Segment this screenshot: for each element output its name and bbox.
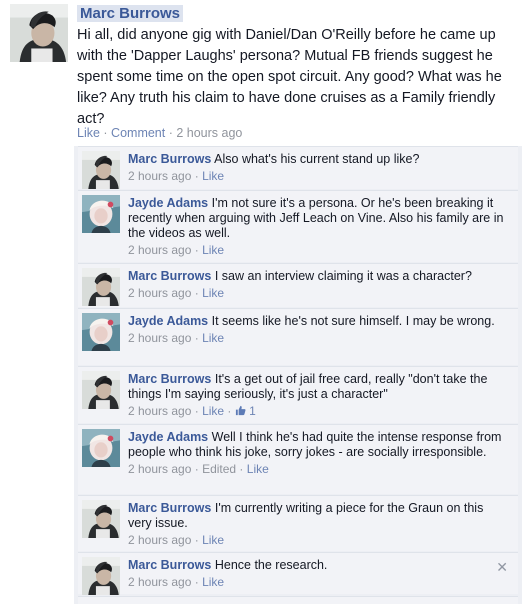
post-comment-link[interactable]: Comment bbox=[111, 126, 165, 140]
commenter-name[interactable]: Marc Burrows bbox=[128, 372, 211, 386]
separator: · bbox=[99, 126, 112, 140]
comment-like-link[interactable]: Like bbox=[202, 404, 224, 418]
commenter-avatar[interactable] bbox=[82, 313, 120, 351]
comment-like-link[interactable]: Like bbox=[202, 331, 224, 345]
comment-2: Jayde Adams I'm not sure it's a persona.… bbox=[78, 190, 518, 262]
comment-like-link[interactable]: Like bbox=[202, 243, 224, 257]
separator: · bbox=[191, 286, 203, 300]
comment-text: It seems like he's not sure himself. I m… bbox=[211, 314, 495, 328]
commenter-avatar[interactable] bbox=[82, 500, 120, 538]
comment-8: Marc Burrows Hence the research. 2 hours… bbox=[78, 552, 518, 594]
comment-timestamp: 2 hours ago bbox=[128, 533, 192, 547]
comment-like-link[interactable]: Like bbox=[247, 462, 269, 476]
comment-6: Jayde Adams Well I think he's had quite … bbox=[78, 424, 518, 494]
commenter-name[interactable]: Marc Burrows bbox=[128, 558, 211, 572]
post-like-link[interactable]: Like bbox=[77, 126, 100, 140]
commenter-avatar[interactable] bbox=[82, 429, 120, 467]
comment-timestamp: 2 hours ago bbox=[128, 331, 192, 345]
comment-like-count[interactable]: 1 bbox=[249, 404, 256, 418]
comment-timestamp: 2 hours ago bbox=[128, 462, 192, 476]
comment-7: Marc Burrows I'm currently writing a pie… bbox=[78, 495, 518, 551]
commenter-avatar[interactable] bbox=[82, 268, 120, 306]
comment-text: I saw an interview claiming it was a cha… bbox=[214, 269, 472, 283]
commenter-avatar[interactable] bbox=[82, 195, 120, 233]
comment-like-link[interactable]: Like bbox=[202, 575, 224, 589]
separator: · bbox=[236, 462, 247, 476]
comment-4: Jayde Adams It seems like he's not sure … bbox=[78, 308, 518, 365]
commenter-avatar[interactable] bbox=[82, 151, 120, 189]
post-actions: Like · Comment · 2 hours ago bbox=[77, 126, 242, 140]
post-timestamp: 2 hours ago bbox=[176, 126, 243, 140]
comment-timestamp: 2 hours ago bbox=[128, 243, 192, 257]
separator: · bbox=[165, 126, 177, 140]
separator: · bbox=[191, 462, 203, 476]
separator: · bbox=[191, 331, 203, 345]
comment-timestamp: 2 hours ago bbox=[128, 575, 192, 589]
comment-1: Marc Burrows Also what's his current sta… bbox=[78, 146, 518, 189]
separator: · bbox=[191, 575, 203, 589]
commenter-name[interactable]: Jayde Adams bbox=[128, 196, 208, 210]
post: Marc Burrows Hi all, did anyone gig with… bbox=[0, 0, 528, 604]
comment-timestamp: 2 hours ago bbox=[128, 404, 192, 418]
comment-like-link[interactable]: Like bbox=[202, 286, 224, 300]
comment-3: Marc Burrows I saw an interview claiming… bbox=[78, 263, 518, 307]
post-text: Hi all, did anyone gig with Daniel/Dan O… bbox=[77, 27, 502, 127]
comment-partial bbox=[78, 596, 518, 604]
separator: · bbox=[191, 404, 203, 418]
comment-text: Also what's his current stand up like? bbox=[214, 152, 420, 166]
comment-5: Marc Burrows It's a get out of jail free… bbox=[78, 366, 518, 423]
commenter-name[interactable]: Marc Burrows bbox=[128, 152, 211, 166]
post-author-name[interactable]: Marc Burrows bbox=[77, 5, 184, 22]
commenter-name[interactable]: Marc Burrows bbox=[128, 501, 211, 515]
comment-timestamp: 2 hours ago bbox=[128, 286, 192, 300]
commenter-name[interactable]: Jayde Adams bbox=[128, 430, 208, 444]
commenter-name[interactable]: Jayde Adams bbox=[128, 314, 208, 328]
commenter-avatar[interactable] bbox=[82, 557, 120, 595]
separator: · bbox=[191, 533, 203, 547]
comments-list: Marc Burrows Also what's his current sta… bbox=[74, 146, 522, 604]
comment-like-link[interactable]: Like bbox=[202, 169, 224, 183]
commenter-name[interactable]: Marc Burrows bbox=[128, 269, 211, 283]
commenter-avatar[interactable] bbox=[82, 371, 120, 409]
separator: · bbox=[224, 404, 235, 418]
separator: · bbox=[191, 169, 203, 183]
thumbs-up-icon[interactable] bbox=[235, 405, 246, 416]
comment-text: Hence the research. bbox=[214, 558, 328, 572]
comment-like-link[interactable]: Like bbox=[202, 533, 224, 547]
comment-timestamp: 2 hours ago bbox=[128, 169, 192, 183]
post-author-avatar[interactable] bbox=[10, 4, 68, 62]
remove-comment-close-icon[interactable]: ✕ bbox=[496, 559, 508, 576]
edited-label[interactable]: Edited bbox=[202, 462, 236, 476]
separator: · bbox=[191, 243, 203, 257]
